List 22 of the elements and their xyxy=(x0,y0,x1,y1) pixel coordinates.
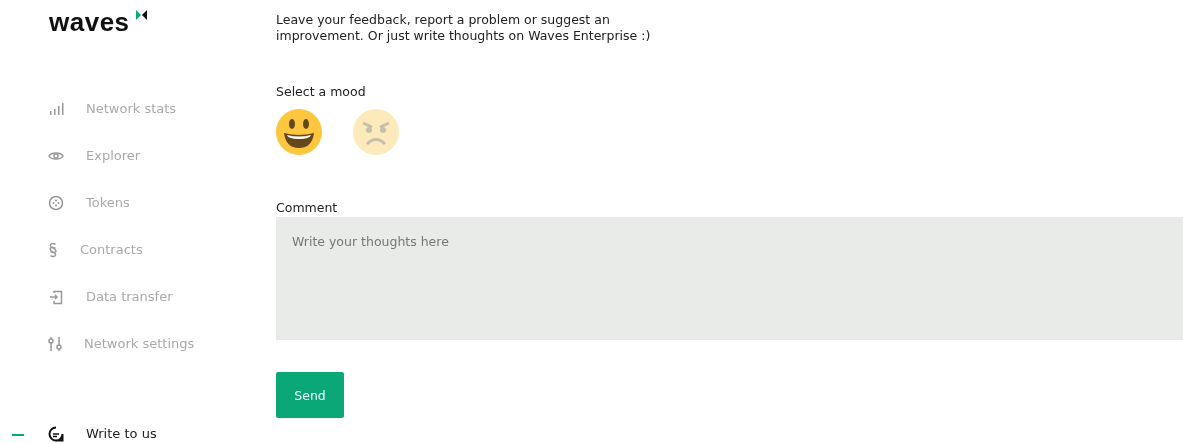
logo-text: waves xyxy=(49,10,130,34)
login-icon xyxy=(48,288,64,305)
token-icon xyxy=(48,194,64,211)
section-sign-icon xyxy=(48,241,58,258)
eye-icon xyxy=(48,149,64,162)
nav-item[interactable]: Data transfer xyxy=(0,273,276,320)
comment-label: Comment xyxy=(276,200,339,215)
nav-item[interactable]: Tokens xyxy=(0,179,276,226)
mood-label: Select a mood xyxy=(276,84,367,99)
nav-item[interactable]: Network stats xyxy=(0,85,276,132)
bar-chart-icon xyxy=(48,100,64,117)
chat-icon xyxy=(48,425,64,442)
happy-face-icon[interactable] xyxy=(276,109,322,155)
nav-item[interactable]: Contracts xyxy=(0,226,276,273)
nav-item[interactable]: Explorer xyxy=(0,132,276,179)
intro-text: Leave your feedback, report a problem or suggest an improvement. Or just write thoughts on Waves Enterprise :) xyxy=(276,12,652,44)
sliders-icon xyxy=(48,335,62,352)
comment-field[interactable]: Write your thoughts here xyxy=(276,217,1183,340)
nav-item[interactable]: Write to us xyxy=(0,410,276,443)
logo-icon xyxy=(135,10,147,20)
send-button[interactable]: Send xyxy=(276,372,344,418)
nav-item[interactable]: Network settings xyxy=(0,320,276,367)
